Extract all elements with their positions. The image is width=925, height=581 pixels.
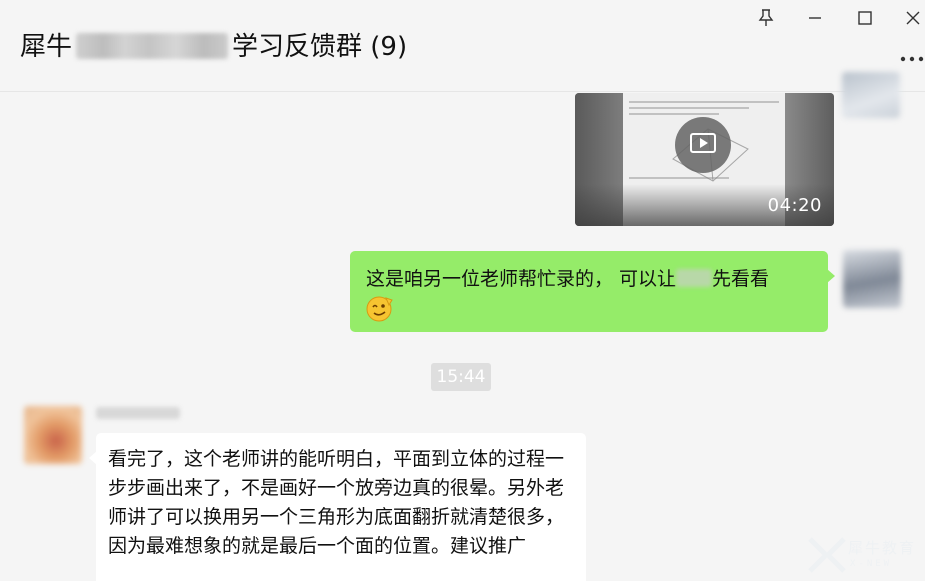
message-bubble-self[interactable]: 这是咱另一位老师帮忙录的， 可以让 先看看 (350, 251, 835, 332)
title-bar: 犀牛 学习反馈群 (9) (0, 0, 925, 92)
redacted-name (676, 269, 713, 287)
chat-title: 犀牛 学习反馈群 (9) (20, 30, 407, 64)
minimize-button[interactable] (797, 4, 833, 32)
chat-title-prefix: 犀牛 (20, 32, 73, 62)
video-duration: 04:20 (767, 195, 822, 216)
more-icon (900, 47, 924, 66)
close-button[interactable] (895, 4, 925, 32)
play-icon (688, 128, 718, 162)
video-message[interactable]: 04:20 (575, 93, 834, 226)
timestamp: 15:44 (431, 363, 491, 391)
chat-title-suffix: 学习反馈群 (9) (232, 32, 408, 62)
pin-button[interactable] (748, 4, 784, 32)
minimize-icon (808, 11, 822, 25)
watermark: 犀牛教育 X-NEW (804, 531, 925, 581)
maximize-button[interactable] (847, 4, 883, 32)
maximize-icon (858, 11, 872, 25)
redacted-sender-name (96, 407, 180, 419)
message-text: 这是咱另一位老师帮忙录的， 可以让 (366, 268, 677, 290)
play-button[interactable] (675, 117, 731, 173)
emoji-face-icon (364, 294, 396, 322)
pin-icon (758, 9, 774, 27)
redacted-group-name (76, 33, 229, 59)
watermark-sub: X-NEW (850, 559, 893, 569)
avatar[interactable] (843, 250, 901, 308)
message-text: 先看看 (712, 268, 770, 290)
avatar[interactable] (24, 406, 82, 464)
more-button[interactable] (898, 44, 925, 68)
message-text: 看完了，这个老师讲的能听明白，平面到立体的过程一步步画出来了，不是画好一个放旁边… (108, 448, 565, 557)
close-icon (906, 11, 920, 25)
watermark-brand: 犀牛教育 (848, 539, 917, 557)
message-bubble-other[interactable]: 看完了，这个老师讲的能听明白，平面到立体的过程一步步画出来了，不是画好一个放旁边… (89, 433, 586, 581)
avatar[interactable] (842, 72, 900, 118)
